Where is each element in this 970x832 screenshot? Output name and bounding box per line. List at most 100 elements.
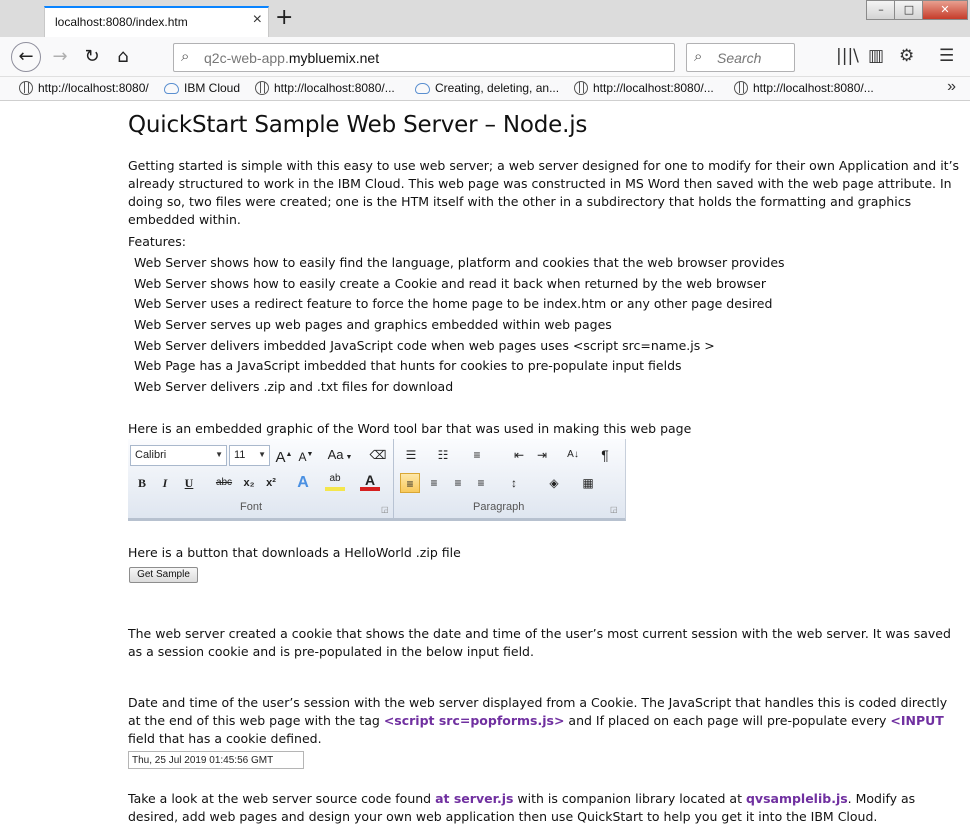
superscript-icon: x² (266, 477, 276, 489)
decrease-indent-icon: ⇤ (513, 448, 525, 462)
server-js-link[interactable]: at server.js (435, 791, 513, 806)
globe-icon (574, 81, 588, 95)
bookmark-label: Creating, deleting, an... (435, 81, 560, 95)
text-effects-icon: A (297, 474, 309, 491)
line-spacing-icon: ↕ (511, 476, 517, 490)
sidebar-icon[interactable]: ▥ (868, 46, 884, 66)
bookmark-label: http://localhost:8080/... (593, 81, 714, 95)
font-size-select: 11 ▼ (229, 445, 270, 466)
clear-format-icon: ⌫ (369, 448, 387, 462)
bookmark-label: IBM Cloud (184, 81, 241, 95)
page-title: QuickStart Sample Web Server – Node.js (128, 112, 588, 138)
title-bar: localhost:8080/index.htm × + – □ ✕ (0, 0, 970, 37)
search-icon: ⌕ (181, 48, 190, 65)
bookmark-item[interactable]: http://localhost:8080/... (734, 81, 874, 95)
library-icon[interactable]: |||\ (836, 46, 859, 66)
bookmark-label: http://localhost:8080/... (274, 81, 395, 95)
menu-icon[interactable]: ☰ (939, 46, 954, 66)
multilevel-list-icon: ≡ (473, 448, 481, 462)
minimize-button[interactable]: – (866, 0, 896, 20)
new-tab-button[interactable]: + (275, 5, 293, 30)
strikethrough-icon: abc (215, 477, 233, 488)
tab-active[interactable]: localhost:8080/index.htm × (44, 6, 269, 37)
cookie-date-field[interactable] (128, 751, 304, 769)
align-center-icon: ≡ (430, 476, 438, 490)
source-text-a: Take a look at the web server source cod… (128, 791, 436, 806)
cookie-paragraph: The web server created a cookie that sho… (128, 626, 951, 659)
url-prefix: q2c-web-app. (204, 50, 289, 66)
feature-item: Web Server shows how to easily create a … (134, 276, 766, 291)
back-icon[interactable]: ← (11, 42, 41, 72)
date-paragraph: Date and time of the user’s session with… (128, 694, 963, 748)
feature-item: Web Page has a JavaScript imbedded that … (134, 358, 682, 373)
bookmarks-toolbar: http://localhost:8080/ IBM Cloud http://… (0, 77, 970, 101)
dialog-launcher-icon: ◲ (381, 505, 389, 514)
reload-icon[interactable]: ↻ (78, 43, 106, 71)
feature-item: Web Server serves up web pages and graph… (134, 317, 612, 332)
feature-item: Web Server shows how to easily find the … (134, 255, 785, 270)
bookmark-item[interactable]: http://localhost:8080/... (574, 81, 714, 95)
globe-icon (255, 81, 269, 95)
bookmark-item[interactable]: http://localhost:8080/... (255, 81, 395, 95)
paragraph-group-label: Paragraph (473, 501, 525, 513)
font-name-select: Calibri ▼ (130, 445, 227, 466)
date-text-b: and If placed on each page will pre-popu… (564, 713, 891, 728)
font-name-value: Calibri (135, 449, 167, 461)
align-right-icon: ≡ (454, 476, 462, 490)
input-tag-code: <INPUT (890, 713, 944, 728)
font-color-icon: A (360, 473, 380, 491)
word-toolbar-image: Calibri ▼ 11 ▼ A▲ A▼ Aa ▼ ⌫ B I U abc x₂ x… (128, 439, 626, 521)
shrink-font-glyph: A (298, 450, 307, 464)
script-tag-code: <script src=popforms.js> (383, 713, 565, 728)
bookmark-item[interactable]: IBM Cloud (164, 81, 240, 95)
cloud-icon (415, 83, 430, 94)
tab-close-icon[interactable]: × (253, 11, 262, 29)
borders-icon: ▦ (582, 476, 594, 490)
graphic-intro: Here is an embedded graphic of the Word … (128, 421, 692, 436)
shrink-font-icon: A▼ (298, 450, 314, 464)
globe-icon (734, 81, 748, 95)
search-icon: ⌕ (694, 48, 703, 65)
web-page: QuickStart Sample Web Server – Node.js G… (0, 102, 970, 832)
navigation-toolbar: ← → ↻ ⌂ ⌕ q2c-web-app.mybluemix.net ⌕ Se… (0, 37, 970, 77)
close-window-button[interactable]: ✕ (922, 0, 968, 20)
chevron-right-icon[interactable]: » (947, 78, 956, 96)
grow-font-glyph: A (275, 449, 286, 466)
change-case-icon: Aa ▼ (327, 447, 353, 462)
forward-icon[interactable]: → (46, 43, 74, 71)
maximize-button[interactable]: □ (894, 0, 924, 20)
bookmark-label: http://localhost:8080/ (38, 81, 149, 95)
numbering-icon: ☷ (437, 448, 449, 462)
bold-icon: B (137, 476, 146, 490)
increase-indent-icon: ⇥ (536, 448, 548, 462)
search-placeholder: Search (717, 50, 762, 66)
feature-item: Web Server delivers .zip and .txt files … (134, 379, 454, 394)
feature-item: Web Server uses a redirect feature to fo… (134, 296, 773, 311)
font-size-value: 11 (234, 449, 246, 461)
chevron-down-icon: ▼ (258, 450, 266, 459)
feature-item: Web Server delivers imbedded JavaScript … (134, 338, 715, 353)
pilcrow-icon: ¶ (601, 447, 609, 463)
font-group-label: Font (240, 501, 263, 513)
gear-icon[interactable]: ⚙ (899, 46, 914, 66)
bookmark-item[interactable]: Creating, deleting, an... (415, 81, 559, 95)
align-left-icon: ≡ (400, 473, 420, 493)
dialog-launcher-icon: ◲ (610, 505, 618, 514)
qvsamplelib-link[interactable]: qvsamplelib.js (746, 791, 848, 806)
tab-title: localhost:8080/index.htm (55, 15, 188, 29)
home-icon[interactable]: ⌂ (109, 43, 137, 71)
cloud-icon (164, 83, 179, 94)
intro-paragraph: Getting started is simple with this easy… (128, 158, 960, 227)
features-heading: Features: (128, 234, 186, 249)
italic-icon: I (162, 476, 168, 490)
search-input[interactable]: ⌕ Search (686, 43, 795, 72)
justify-icon: ≡ (477, 476, 485, 490)
bookmark-item[interactable]: http://localhost:8080/ (19, 81, 149, 95)
grow-font-icon: A▲ (275, 449, 293, 466)
globe-icon (19, 81, 33, 95)
url-domain: mybluemix.net (288, 50, 380, 66)
highlight-icon: ab (325, 473, 345, 491)
url-bar[interactable]: ⌕ q2c-web-app.mybluemix.net (173, 43, 675, 72)
get-sample-button[interactable]: Get Sample (129, 567, 198, 583)
subscript-icon: x₂ (243, 477, 255, 489)
